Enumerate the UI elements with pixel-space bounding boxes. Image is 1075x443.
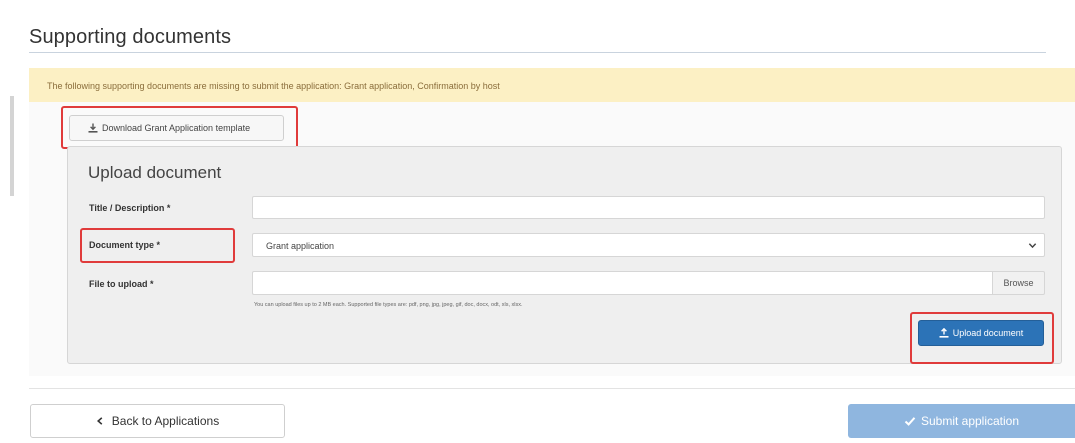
alert-text: The following supporting documents are m… xyxy=(47,81,500,91)
document-type-label: Document type * xyxy=(89,240,161,250)
footer-divider xyxy=(29,388,1075,389)
document-type-select[interactable]: Grant application xyxy=(252,233,1045,257)
browse-button[interactable]: Browse xyxy=(992,271,1045,295)
chevron-down-icon xyxy=(1028,243,1037,249)
submit-label: Submit application xyxy=(920,414,1020,428)
checkmark-icon xyxy=(904,417,916,426)
chevron-left-icon xyxy=(96,417,103,425)
download-template-label: Download Grant Application template xyxy=(102,123,251,133)
file-path-input[interactable] xyxy=(252,271,992,295)
file-to-upload-label: File to upload * xyxy=(89,279,154,289)
title-description-label: Title / Description * xyxy=(89,203,171,213)
upload-help-text: You can upload files up to 2 MB each. Su… xyxy=(254,302,523,308)
document-type-value: Grant application xyxy=(266,241,335,251)
upload-document-label: Upload document xyxy=(952,328,1024,338)
missing-documents-alert: The following supporting documents are m… xyxy=(29,68,1075,102)
download-icon xyxy=(88,123,98,133)
title-divider xyxy=(29,52,1046,53)
upload-panel-title: Upload document xyxy=(88,163,222,182)
submit-application-button[interactable]: Submit application xyxy=(848,404,1075,438)
scroll-indicator xyxy=(10,96,14,196)
upload-icon xyxy=(939,328,949,338)
title-description-input[interactable] xyxy=(252,196,1045,219)
upload-document-button[interactable]: Upload document xyxy=(918,320,1044,346)
back-label: Back to Applications xyxy=(111,414,220,428)
page-title: Supporting documents xyxy=(29,26,232,48)
download-template-button[interactable]: Download Grant Application template xyxy=(69,115,284,141)
back-to-applications-button[interactable]: Back to Applications xyxy=(30,404,285,438)
